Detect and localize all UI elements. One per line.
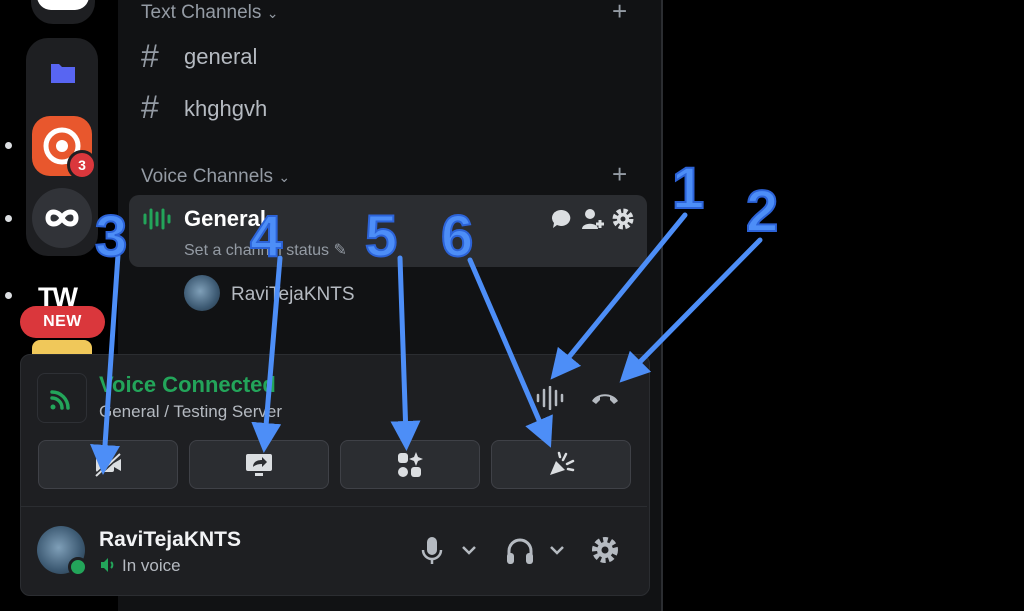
annotation-number-2: 2 [745,179,779,244]
annotation-number-5: 5 [364,204,398,269]
annotation-number-3: 3 [94,204,128,269]
annotation-number-4: 4 [249,204,283,269]
annotation-number-6: 6 [440,204,474,269]
annotation-number-1: 1 [671,156,705,221]
annotation-arrows [90,212,763,475]
